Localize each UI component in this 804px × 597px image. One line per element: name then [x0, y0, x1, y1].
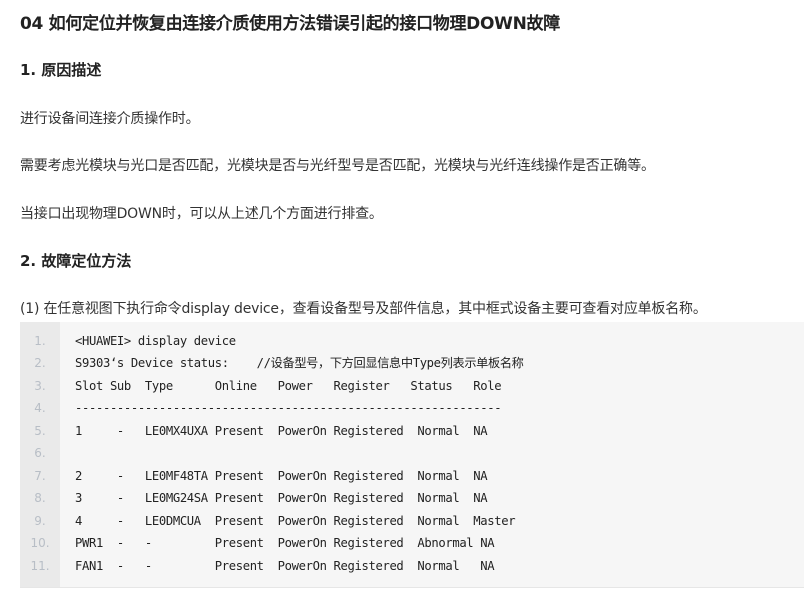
article-title: 04 如何定位并恢复由连接介质使用方法错误引起的接口物理DOWN故障: [20, 14, 560, 34]
code-line: 1. <HUAWEI> display device: [20, 330, 804, 352]
code-text: FAN1 - - Present PowerOn Registered Norm…: [75, 559, 495, 573]
section-heading-method: 2. 故障定位方法: [20, 252, 132, 270]
code-line: 10. PWR1 - - Present PowerOn Registered …: [20, 532, 804, 554]
line-number: 11.: [30, 559, 50, 573]
code-text: Slot Sub Type Online Power Register Stat…: [75, 379, 502, 393]
line-number: 9.: [34, 514, 46, 528]
code-line: 5. 1 - LE0MX4UXA Present PowerOn Registe…: [20, 420, 804, 442]
section-heading-cause: 1. 原因描述: [20, 61, 102, 79]
line-number: 6.: [34, 446, 46, 460]
code-line: 9. 4 - LE0DMCUA Present PowerOn Register…: [20, 510, 804, 532]
code-text: S9303‘s Device status: //设备型号，下方回显信息中Typ…: [75, 356, 524, 370]
code-text: <HUAWEI> display device: [75, 334, 236, 348]
code-text: 4 - LE0DMCUA Present PowerOn Registered …: [75, 514, 516, 528]
code-line: 3. Slot Sub Type Online Power Register S…: [20, 375, 804, 397]
code-text: 2 - LE0MF48TA Present PowerOn Registered…: [75, 469, 488, 483]
code-line: 7. 2 - LE0MF48TA Present PowerOn Registe…: [20, 465, 804, 487]
line-number: 10.: [30, 536, 50, 550]
line-number: 8.: [34, 491, 46, 505]
paragraph: 需要考虑光模块与光口是否匹配，光模块是否与光纤型号是否匹配，光模块与光纤连线操作…: [20, 158, 655, 174]
line-number: 2.: [34, 356, 46, 370]
code-text: ----------------------------------------…: [75, 401, 502, 415]
code-line: 6.: [20, 442, 804, 464]
code-text: 1 - LE0MX4UXA Present PowerOn Registered…: [75, 424, 488, 438]
code-line: 4. -------------------------------------…: [20, 397, 804, 419]
line-number: 5.: [34, 424, 46, 438]
code-line: 11. FAN1 - - Present PowerOn Registered …: [20, 555, 804, 577]
paragraph: 进行设备间连接介质操作时。: [20, 111, 200, 127]
code-line: 8. 3 - LE0MG24SA Present PowerOn Registe…: [20, 487, 804, 509]
code-line: 2. S9303‘s Device status: //设备型号，下方回显信息中…: [20, 352, 804, 374]
code-block[interactable]: 1. <HUAWEI> display device 2. S9303‘s De…: [20, 322, 804, 588]
paragraph: 当接口出现物理DOWN时，可以从上述几个方面进行排查。: [20, 206, 383, 222]
step-instruction: (1) 在任意视图下执行命令display device，查看设备型号及部件信息…: [20, 301, 707, 317]
code-text: 3 - LE0MG24SA Present PowerOn Registered…: [75, 491, 488, 505]
line-number: 4.: [34, 401, 46, 415]
line-number: 3.: [34, 379, 46, 393]
code-text: PWR1 - - Present PowerOn Registered Abno…: [75, 536, 495, 550]
line-number: 7.: [34, 469, 46, 483]
line-number: 1.: [34, 334, 46, 348]
